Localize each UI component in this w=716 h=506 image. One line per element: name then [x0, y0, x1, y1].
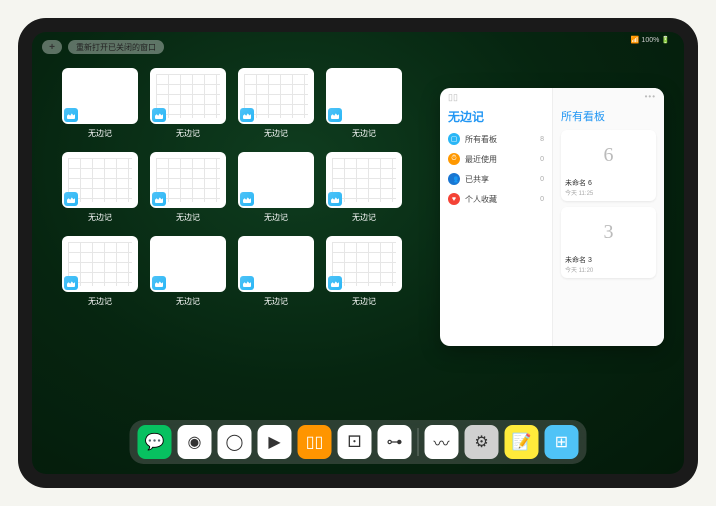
sidebar-toggle-icon[interactable]: ▯▯ [448, 92, 458, 103]
window-thumbnail[interactable] [150, 152, 226, 208]
window-thumbnail[interactable] [326, 236, 402, 292]
dock: 💬◉◯▶▯▯⚀⊶ 〰⚙📝⊞ [130, 420, 587, 464]
apps-icon[interactable]: ⊞ [545, 425, 579, 459]
board-thumbnail: 6 [565, 134, 652, 176]
freeform-icon[interactable]: 〰 [425, 425, 459, 459]
window-label: 无边记 [264, 212, 288, 223]
window-card[interactable]: 无边记 [238, 236, 314, 314]
window-grid: 无边记无边记无边记无边记无边记无边记无边记无边记无边记无边记无边记无边记 [62, 68, 402, 314]
board-item[interactable]: 3 未命名 3今天 11:20 [561, 207, 656, 278]
sidebar-item-count: 8 [540, 136, 544, 143]
app-badge-icon [152, 276, 166, 290]
window-card[interactable]: 无边记 [238, 152, 314, 230]
sidebar-item-label: 最近使用 [465, 154, 497, 165]
window-thumbnail[interactable] [150, 68, 226, 124]
sidebar-item-icon: 👥 [448, 173, 460, 185]
qqbrowser-icon[interactable]: ◯ [218, 425, 252, 459]
play-icon[interactable]: ▶ [258, 425, 292, 459]
board-item[interactable]: 6 未命名 6今天 11:25 [561, 130, 656, 201]
new-window-button[interactable]: + [42, 40, 62, 54]
quark-icon[interactable]: ◉ [178, 425, 212, 459]
app-badge-icon [64, 192, 78, 206]
settings-icon[interactable]: ⚙ [465, 425, 499, 459]
screen: 📶 100% 🔋 + 重新打开已关闭的窗口 无边记无边记无边记无边记无边记无边记… [32, 32, 684, 474]
window-thumbnail[interactable] [62, 68, 138, 124]
wechat-icon[interactable]: 💬 [138, 425, 172, 459]
app-badge-icon [328, 192, 342, 206]
window-thumbnail[interactable] [62, 236, 138, 292]
window-label: 无边记 [88, 212, 112, 223]
panel-left: 无边记 ▢ 所有看板 8 ⏱ 最近使用 0 👥 已共享 0 ♥ 个人收藏 0 [440, 88, 552, 346]
app-badge-icon [152, 192, 166, 206]
app-badge-icon [328, 108, 342, 122]
dice-icon[interactable]: ⚀ [338, 425, 372, 459]
sidebar-item-count: 0 [540, 176, 544, 183]
freeform-popup[interactable]: ▯▯ ••• 无边记 ▢ 所有看板 8 ⏱ 最近使用 0 👥 已共享 0 ♥ 个人收藏 0 所有看板 … [440, 88, 664, 346]
window-thumbnail[interactable] [238, 152, 314, 208]
board-thumbnail: 3 [565, 211, 652, 253]
panel-right: 所有看板 6 未命名 6今天 11:25 3 未命名 3今天 11:20 [552, 88, 664, 346]
window-label: 无边记 [88, 296, 112, 307]
app-badge-icon [64, 108, 78, 122]
board-timestamp: 今天 11:20 [565, 265, 652, 274]
sidebar-item[interactable]: 👥 已共享 0 [448, 173, 544, 185]
sidebar-item-icon: ⏱ [448, 153, 460, 165]
connect-icon[interactable]: ⊶ [378, 425, 412, 459]
sidebar-item-label: 个人收藏 [465, 194, 497, 205]
sidebar-item[interactable]: ♥ 个人收藏 0 [448, 193, 544, 205]
window-label: 无边记 [264, 296, 288, 307]
app-badge-icon [240, 108, 254, 122]
window-label: 无边记 [352, 128, 376, 139]
panel-right-title: 所有看板 [561, 108, 656, 124]
status-bar: 📶 100% 🔋 [631, 36, 670, 44]
window-card[interactable]: 无边记 [150, 236, 226, 314]
app-badge-icon [328, 276, 342, 290]
sidebar-item-icon: ▢ [448, 133, 460, 145]
window-card[interactable]: 无边记 [150, 68, 226, 146]
window-thumbnail[interactable] [150, 236, 226, 292]
more-icon[interactable]: ••• [645, 92, 656, 101]
window-label: 无边记 [176, 212, 200, 223]
window-card[interactable]: 无边记 [62, 152, 138, 230]
sidebar-item-label: 所有看板 [465, 134, 497, 145]
window-thumbnail[interactable] [326, 152, 402, 208]
window-card[interactable]: 无边记 [150, 152, 226, 230]
panel-title: 无边记 [448, 108, 544, 125]
window-thumbnail[interactable] [238, 68, 314, 124]
window-thumbnail[interactable] [238, 236, 314, 292]
window-label: 无边记 [352, 296, 376, 307]
board-name: 未命名 3 [565, 255, 652, 265]
notes-icon[interactable]: 📝 [505, 425, 539, 459]
reopen-closed-window-button[interactable]: 重新打开已关闭的窗口 [68, 40, 164, 54]
window-label: 无边记 [176, 296, 200, 307]
ipad-frame: 📶 100% 🔋 + 重新打开已关闭的窗口 无边记无边记无边记无边记无边记无边记… [18, 18, 698, 488]
window-card[interactable]: 无边记 [326, 152, 402, 230]
window-card[interactable]: 无边记 [238, 68, 314, 146]
window-label: 无边记 [352, 212, 376, 223]
sidebar-item-icon: ♥ [448, 193, 460, 205]
window-card[interactable]: 无边记 [326, 68, 402, 146]
app-badge-icon [240, 192, 254, 206]
window-card[interactable]: 无边记 [62, 236, 138, 314]
window-label: 无边记 [264, 128, 288, 139]
sidebar-item-count: 0 [540, 196, 544, 203]
app-badge-icon [240, 276, 254, 290]
sidebar-item-count: 0 [540, 156, 544, 163]
sidebar-item[interactable]: ▢ 所有看板 8 [448, 133, 544, 145]
window-thumbnail[interactable] [62, 152, 138, 208]
sidebar-item[interactable]: ⏱ 最近使用 0 [448, 153, 544, 165]
app-badge-icon [64, 276, 78, 290]
window-label: 无边记 [176, 128, 200, 139]
window-card[interactable]: 无边记 [62, 68, 138, 146]
sidebar-item-label: 已共享 [465, 174, 489, 185]
board-name: 未命名 6 [565, 178, 652, 188]
dock-separator [418, 428, 419, 456]
window-label: 无边记 [88, 128, 112, 139]
window-card[interactable]: 无边记 [326, 236, 402, 314]
top-controls: + 重新打开已关闭的窗口 [42, 40, 164, 54]
window-thumbnail[interactable] [326, 68, 402, 124]
board-timestamp: 今天 11:25 [565, 188, 652, 197]
books-icon[interactable]: ▯▯ [298, 425, 332, 459]
app-badge-icon [152, 108, 166, 122]
